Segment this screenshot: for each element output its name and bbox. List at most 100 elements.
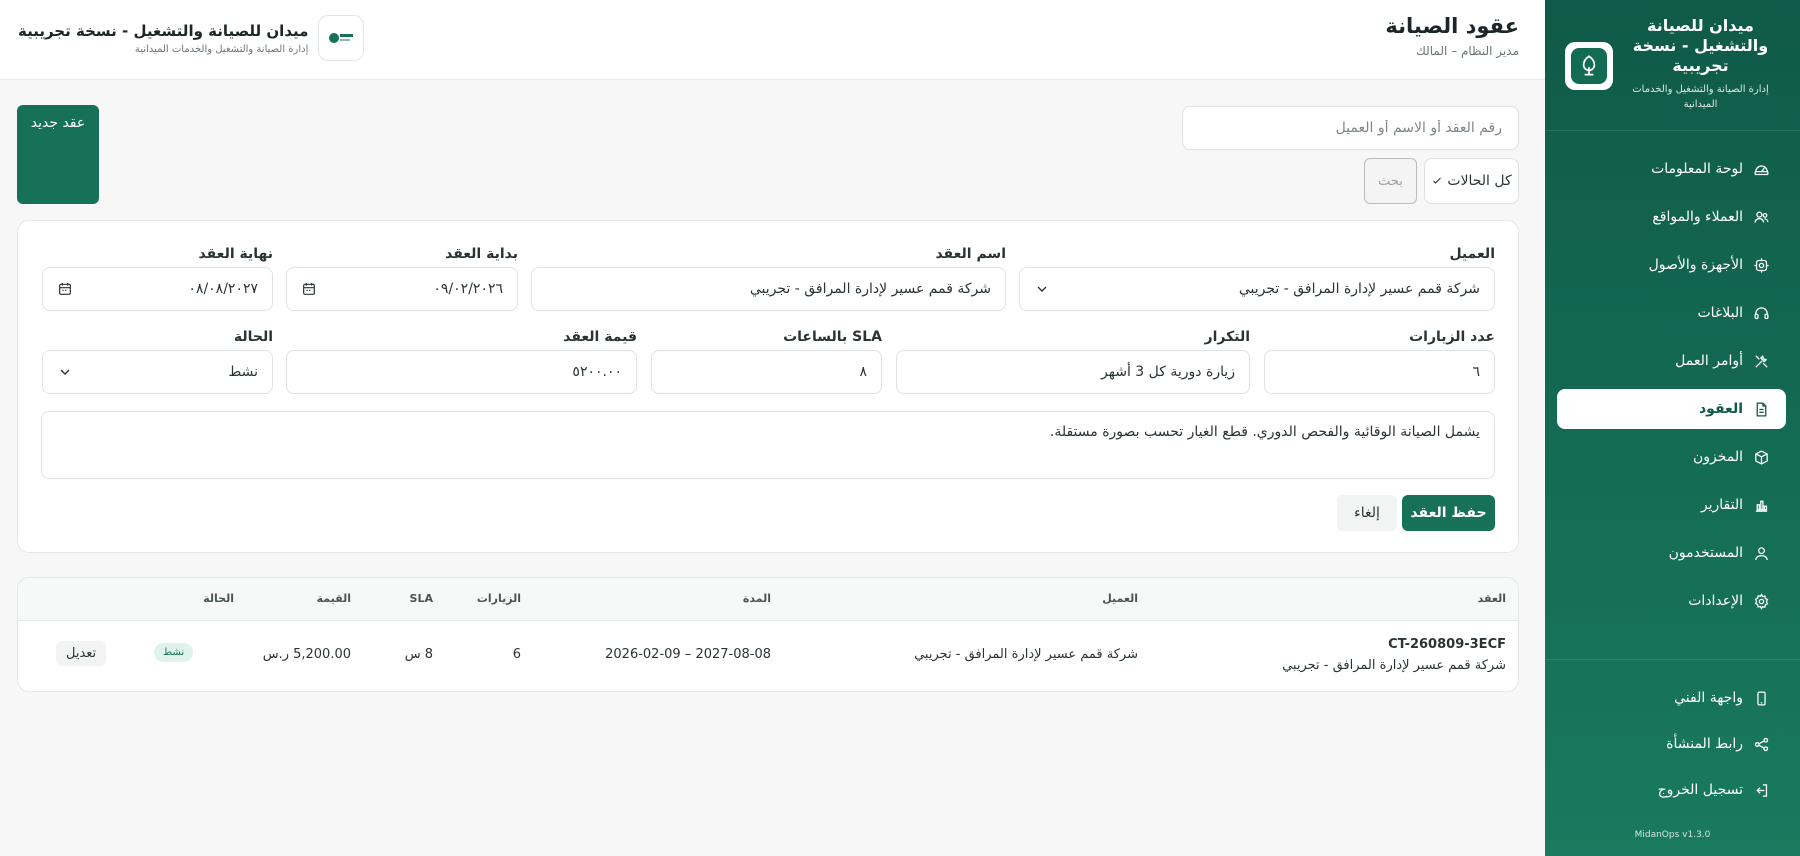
chart-icon <box>1755 500 1768 512</box>
new-contract-button[interactable]: عقد جديد <box>17 105 99 204</box>
th-value: القيمة <box>316 592 351 605</box>
visits-cell: 6 <box>512 647 521 662</box>
visits-value: ٦ <box>1472 364 1480 380</box>
phone-icon <box>1757 690 1766 706</box>
page-subtitle: مدير النظام – المالك <box>1415 44 1519 58</box>
contract-name-value: شركة قمم عسير لإدارة المرافق - تجريبي <box>749 281 991 297</box>
visits-field[interactable]: ٦ <box>1264 350 1495 394</box>
contract-form: العميل اسم العقد بداية العقد نهاية العقد… <box>17 220 1519 553</box>
table-row[interactable]: CT-260809-3ECF شركة قمم عسير لإدارة المر… <box>18 621 1518 691</box>
contract-name: شركة قمم عسير لإدارة المرافق - تجريبي <box>1282 658 1506 673</box>
sidebar-brand: ميدان للصيانة والتشغيل - نسخة تجريبية إد… <box>1545 0 1800 131</box>
sidebar-item-label: الأجهزة والأصول <box>1648 257 1743 273</box>
sidebar-item-label: لوحة المعلومات <box>1651 161 1743 177</box>
sidebar-item-contracts[interactable]: العقود <box>1557 389 1786 429</box>
device-icon <box>1754 257 1769 273</box>
topbar: عقود الصيانة مدير النظام – المالك ميدان … <box>0 0 1545 80</box>
sla-field[interactable]: ٨ <box>651 350 882 394</box>
check-icon <box>1433 177 1442 184</box>
status-label: الحالة <box>233 329 273 345</box>
sidebar-item-label: واجهة الفني <box>1674 690 1743 706</box>
chevron-down-icon <box>60 369 70 375</box>
sidebar-nav: لوحة المعلومات العملاء والمواقع الأجهزة … <box>1545 149 1800 621</box>
topbar-brand-subtitle: إدارة الصيانة والتشغيل والخدمات الميداني… <box>134 43 309 55</box>
th-visits: الزيارات <box>476 592 521 605</box>
sidebar-item-assets[interactable]: الأجهزة والأصول <box>1557 245 1786 285</box>
sidebar-item-label: التقارير <box>1700 497 1743 513</box>
sidebar-item-tickets[interactable]: البلاغات <box>1557 293 1786 333</box>
gear-icon <box>1754 592 1769 610</box>
status-badge: نشط <box>154 643 194 662</box>
dashboard-icon <box>1754 164 1769 175</box>
th-status: الحالة <box>203 592 234 605</box>
start-date-field[interactable]: ٠٩/٠٢/٢٠٢٦ <box>286 267 518 311</box>
contract-name-label: اسم العقد <box>935 246 1006 262</box>
contract-search-input[interactable] <box>1182 106 1519 150</box>
period-cell: 2026-02-09 – 2027-08-08 <box>605 647 771 662</box>
share-icon <box>1754 737 1769 751</box>
sidebar-item-technician[interactable]: واجهة الفني <box>1557 678 1786 718</box>
sidebar-item-label: العقود <box>1699 401 1743 417</box>
document-icon <box>1756 401 1767 417</box>
sidebar-brand-subtitle: إدارة الصيانة والتشغيل والخدمات الميداني… <box>1632 84 1769 110</box>
sidebar-item-settings[interactable]: الإعدادات <box>1557 581 1786 621</box>
sidebar-item-label: أوامر العمل <box>1675 353 1743 369</box>
contract-name-field[interactable]: شركة قمم عسير لإدارة المرافق - تجريبي <box>531 267 1006 311</box>
end-date-value: ٠٨/٠٨/٢٠٢٧ <box>188 281 258 297</box>
sidebar-item-work-orders[interactable]: أوامر العمل <box>1557 341 1786 381</box>
sla-value: ٨ <box>859 364 867 380</box>
th-sla: SLA <box>409 592 433 605</box>
sidebar-item-inventory[interactable]: المخزون <box>1557 437 1786 477</box>
visits-label: عدد الزيارات <box>1409 329 1495 345</box>
th-client: العميل <box>1102 592 1138 605</box>
start-date-label: بداية العقد <box>445 246 518 262</box>
topbar-brand-title: ميدان للصيانة والتشغيل - نسخة تجريبية <box>18 21 309 40</box>
brand-logo-small <box>318 15 365 61</box>
save-contract-button[interactable]: حفظ العقد <box>1402 495 1495 531</box>
end-date-field[interactable]: ٠٨/٠٨/٢٠٢٧ <box>42 267 273 311</box>
page-title: عقود الصيانة <box>1385 14 1519 38</box>
th-period: المدة <box>742 592 771 605</box>
frequency-label: التكرار <box>1204 329 1250 345</box>
sidebar-item-share-link[interactable]: رابط المنشأة <box>1557 724 1786 764</box>
tools-icon <box>1755 354 1768 368</box>
edit-button[interactable]: تعديل <box>56 641 107 666</box>
sidebar-item-label: تسجيل الخروج <box>1657 782 1743 798</box>
sidebar-item-label: المخزون <box>1692 449 1743 465</box>
sidebar-item-dashboard[interactable]: لوحة المعلومات <box>1557 149 1786 189</box>
sidebar-item-users[interactable]: المستخدمون <box>1557 533 1786 573</box>
client-select[interactable]: شركة قمم عسير لإدارة المرافق - تجريبي <box>1019 267 1495 311</box>
end-date-label: نهاية العقد <box>198 246 274 262</box>
sidebar-item-label: رابط المنشأة <box>1666 736 1743 752</box>
sidebar-item-label: الإعدادات <box>1688 593 1743 609</box>
th-contract: العقد <box>1477 592 1506 605</box>
status-select[interactable]: نشط <box>42 350 273 394</box>
frequency-value: زيارة دورية كل 3 أشهر <box>1101 364 1235 380</box>
cancel-button[interactable]: إلغاء <box>1337 495 1397 531</box>
search-button[interactable]: بحث <box>1364 158 1417 204</box>
start-date-value: ٠٩/٠٢/٢٠٢٦ <box>433 281 503 297</box>
table-header: العقد العميل المدة الزيارات SLA القيمة ا… <box>18 578 1518 621</box>
sidebar-item-label: المستخدمون <box>1668 545 1743 561</box>
sidebar-item-label: العملاء والمواقع <box>1652 209 1743 225</box>
contract-code: CT-260809-3ECF <box>1388 637 1506 652</box>
status-filter-select[interactable]: كل الحالات <box>1424 158 1519 204</box>
sidebar-item-logout[interactable]: تسجيل الخروج <box>1557 770 1786 810</box>
contracts-table: العقد العميل المدة الزيارات SLA القيمة ا… <box>17 577 1519 692</box>
client-label: العميل <box>1449 246 1495 262</box>
box-icon <box>1755 449 1768 465</box>
notes-textarea[interactable]: يشمل الصيانة الوقائية والفحص الدوري. قطع… <box>41 411 1495 479</box>
sidebar-item-reports[interactable]: التقارير <box>1557 485 1786 525</box>
headset-icon <box>1754 306 1769 319</box>
contract-value-field[interactable]: ٥٢٠٠.٠٠ <box>286 350 637 394</box>
client-cell: شركة قمم عسير لإدارة المرافق - تجريبي <box>914 647 1138 662</box>
sidebar-item-label: البلاغات <box>1697 305 1744 321</box>
sidebar-bottom-nav: واجهة الفني رابط المنشأة تسجيل الخروج <box>1545 659 1800 816</box>
contract-value-label: قيمة العقد <box>563 329 637 345</box>
contract-value-value: ٥٢٠٠.٠٠ <box>572 364 622 380</box>
status-filter-label: كل الحالات <box>1447 173 1512 189</box>
frequency-field[interactable]: زيارة دورية كل 3 أشهر <box>896 350 1250 394</box>
brand-logo <box>1565 42 1613 90</box>
status-value: نشط <box>228 364 258 380</box>
sidebar-item-clients[interactable]: العملاء والمواقع <box>1557 197 1786 237</box>
